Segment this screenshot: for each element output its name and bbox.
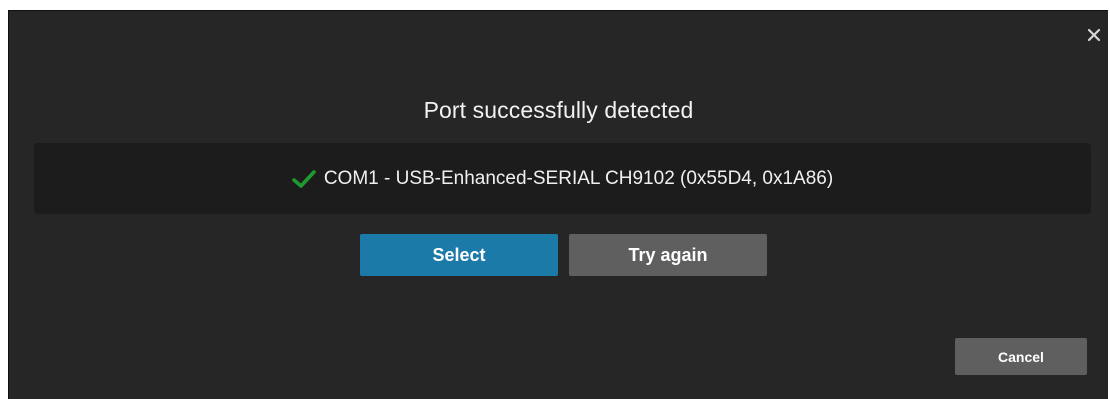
close-icon bbox=[1086, 27, 1102, 43]
select-button[interactable]: Select bbox=[360, 234, 558, 276]
close-button[interactable] bbox=[1086, 27, 1102, 43]
detected-port-row: COM1 - USB-Enhanced-SERIAL CH9102 (0x55D… bbox=[292, 168, 833, 190]
detected-port-label: COM1 - USB-Enhanced-SERIAL CH9102 (0x55D… bbox=[323, 167, 834, 189]
try-again-button[interactable]: Try again bbox=[569, 234, 767, 276]
port-detection-dialog: Port successfully detected COM1 - USB-En… bbox=[8, 10, 1108, 399]
cancel-button[interactable]: Cancel bbox=[955, 338, 1087, 375]
check-icon bbox=[292, 169, 316, 189]
dialog-title: Port successfully detected bbox=[423, 97, 694, 123]
detected-port-panel: COM1 - USB-Enhanced-SERIAL CH9102 (0x55D… bbox=[34, 143, 1091, 214]
